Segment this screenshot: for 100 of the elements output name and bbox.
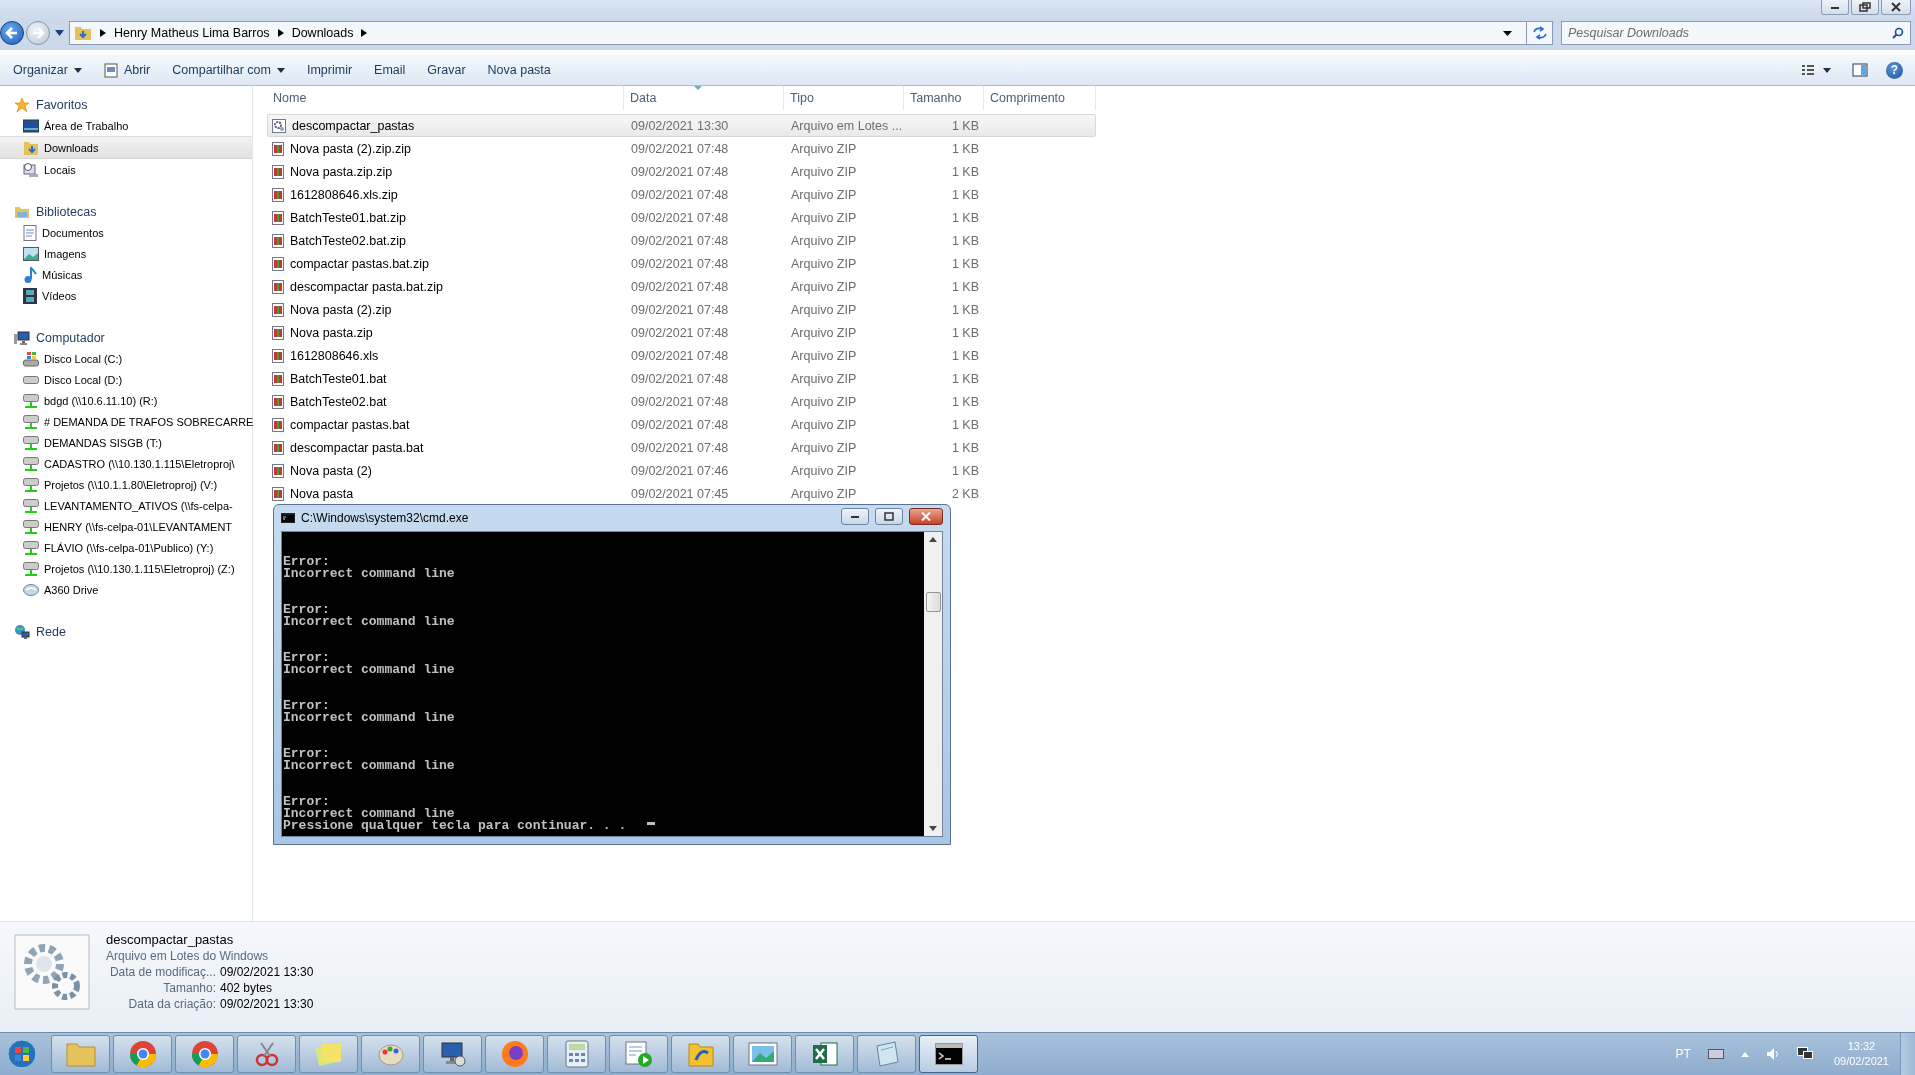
- sidebar-item[interactable]: FLÁVIO (\\fs-celpa-01\Publico) (Y:): [0, 537, 252, 558]
- column-header[interactable]: Comprimento: [984, 86, 1096, 110]
- file-row[interactable]: 1612808646.xls 09/02/2021 07:48 Arquivo ZIP 1 KB: [267, 344, 1096, 367]
- toolbar-button[interactable]: Imprimir: [299, 59, 360, 81]
- sidebar-item[interactable]: # DEMANDA DE TRAFOS SOBRECARRE: [0, 411, 252, 432]
- maximize-button[interactable]: [875, 507, 903, 525]
- file-row[interactable]: BatchTeste01.bat 09/02/2021 07:48 Arquivo ZIP 1 KB: [267, 367, 1096, 390]
- close-button[interactable]: [909, 507, 943, 525]
- sidebar-item[interactable]: Disco Local (D:): [0, 369, 252, 390]
- breadcrumb[interactable]: Henry Matheus Lima Barros: [114, 26, 270, 40]
- sidebar-item[interactable]: Locais: [0, 159, 252, 180]
- network-status-icon[interactable]: [1796, 1047, 1813, 1061]
- sidebar-item[interactable]: Documentos: [0, 222, 252, 243]
- toolbar-button[interactable]: Nova pasta: [480, 59, 558, 81]
- details-label: Data da criação:: [127, 997, 216, 1011]
- sidebar-group[interactable]: Computador: [0, 327, 252, 348]
- help-button[interactable]: ?: [1886, 61, 1903, 79]
- sidebar-item[interactable]: DEMANDAS SISGB (T:): [0, 432, 252, 453]
- network-drive-icon: [23, 414, 39, 429]
- computer-icon: [14, 329, 30, 346]
- sidebar-item[interactable]: Projetos (\\10.1.1.80\Eletroproj) (V:): [0, 474, 252, 495]
- file-name: BatchTeste01.bat.zip: [290, 210, 407, 225]
- minimize-button[interactable]: [841, 507, 869, 525]
- sidebar-group[interactable]: Rede: [0, 621, 252, 642]
- file-date: 09/02/2021 07:48: [630, 279, 730, 294]
- file-row[interactable]: Nova pasta.zip.zip 09/02/2021 07:48 Arquivo ZIP 1 KB: [267, 160, 1096, 183]
- file-row[interactable]: descompactar pasta.bat.zip 09/02/2021 07:48 Arquivo ZIP 1 KB: [267, 275, 1096, 298]
- chevron-icon[interactable]: [277, 29, 284, 37]
- file-name: Nova pasta.zip.zip: [290, 164, 393, 179]
- file-size: 1 KB: [950, 256, 980, 271]
- sidebar-item[interactable]: LEVANTAMENTO_ATIVOS (\\fs-celpa-: [0, 495, 252, 516]
- sidebar-item[interactable]: Músicas: [0, 264, 252, 285]
- file-row[interactable]: Nova pasta 09/02/2021 07:45 Arquivo ZIP 2 KB: [267, 482, 1096, 505]
- sidebar-item[interactable]: CADASTRO (\\10.130.1.115\Eletroproj\: [0, 453, 252, 474]
- caret-icon[interactable]: [55, 30, 64, 36]
- column-header[interactable]: Tipo: [784, 86, 904, 110]
- sidebar-item[interactable]: Disco Local (C:): [0, 348, 252, 369]
- file-row[interactable]: compactar pastas.bat.zip 09/02/2021 07:48 Arquivo ZIP 1 KB: [267, 252, 1096, 275]
- file-row[interactable]: descompactar_pastas 09/02/2021 13:30 Arquivo em Lotes ... 1 KB: [267, 114, 1096, 137]
- file-row[interactable]: BatchTeste02.bat 09/02/2021 07:48 Arquivo ZIP 1 KB: [267, 390, 1096, 413]
- recent-places-icon: [23, 161, 39, 178]
- search-field[interactable]: Pesquisar Downloads: [1561, 21, 1911, 45]
- file-name: compactar pastas.bat.zip: [290, 256, 429, 271]
- file-size: 1 KB: [950, 417, 980, 432]
- sidebar-item[interactable]: Projetos (\\10.130.1.115\Eletroproj) (Z:): [0, 558, 252, 579]
- taskbar-button[interactable]: [795, 1035, 854, 1073]
- file-row[interactable]: compactar pastas.bat 09/02/2021 07:48 Arquivo ZIP 1 KB: [267, 413, 1096, 436]
- address-bar[interactable]: Henry Matheus Lima Barros Downloads: [69, 21, 1553, 45]
- file-row[interactable]: Nova pasta (2).zip 09/02/2021 07:48 Arquivo ZIP 1 KB: [267, 298, 1096, 321]
- calculator-icon: [564, 1040, 589, 1068]
- file-size: 1 KB: [950, 210, 980, 225]
- sidebar-item[interactable]: Vídeos: [0, 285, 252, 306]
- close-button[interactable]: [1881, 0, 1911, 15]
- scrollbar[interactable]: [924, 532, 942, 836]
- sidebar-item[interactable]: bdgd (\\10.6.11.10) (R:): [0, 390, 252, 411]
- breadcrumb[interactable]: Downloads: [291, 26, 354, 40]
- taskbar-button[interactable]: [423, 1035, 482, 1073]
- sidebar-item[interactable]: Área de Trabalho: [0, 115, 252, 136]
- dropdown-caret-icon[interactable]: [1503, 30, 1512, 36]
- restore-button[interactable]: [1851, 0, 1879, 15]
- sidebar-item[interactable]: Downloads: [0, 136, 252, 159]
- file-row[interactable]: BatchTeste01.bat.zip 09/02/2021 07:48 Arquivo ZIP 1 KB: [267, 206, 1096, 229]
- column-header[interactable]: Data: [624, 86, 784, 110]
- file-name: descompactar_pastas: [292, 118, 415, 133]
- file-row[interactable]: Nova pasta.zip 09/02/2021 07:48 Arquivo ZIP 1 KB: [267, 321, 1096, 344]
- archive-file-icon: [272, 463, 284, 478]
- scrollbar-thumb[interactable]: [925, 592, 941, 612]
- minimize-button[interactable]: [1821, 0, 1849, 15]
- sidebar-item[interactable]: HENRY (\\fs-celpa-01\LEVANTAMENT: [0, 516, 252, 537]
- network-icon: [14, 623, 30, 640]
- file-row[interactable]: Nova pasta (2) 09/02/2021 07:46 Arquivo ZIP 1 KB: [267, 459, 1096, 482]
- back-button[interactable]: [0, 21, 24, 45]
- file-row[interactable]: 1612808646.xls.zip 09/02/2021 07:48 Arquivo ZIP 1 KB: [267, 183, 1096, 206]
- toolbar-button[interactable]: Compartilhar com: [165, 59, 292, 81]
- toolbar-button[interactable]: Organizar: [6, 59, 89, 81]
- archive-file-icon: [272, 141, 284, 156]
- chevron-icon[interactable]: [100, 29, 106, 37]
- film-icon: [23, 287, 37, 304]
- sidebar-item[interactable]: Imagens: [0, 243, 252, 264]
- file-type: Arquivo ZIP: [790, 141, 858, 156]
- file-row[interactable]: BatchTeste02.bat.zip 09/02/2021 07:48 Arquivo ZIP 1 KB: [267, 229, 1096, 252]
- toolbar-button[interactable]: Email: [367, 59, 413, 81]
- sidebar-item[interactable]: A360 Drive: [0, 579, 252, 600]
- network-drive-icon: [23, 435, 39, 450]
- column-header[interactable]: Tamanho: [904, 86, 984, 110]
- sidebar-group[interactable]: Bibliotecas: [0, 201, 252, 222]
- keyboard-icon[interactable]: [1707, 1049, 1724, 1059]
- file-name: BatchTeste01.bat: [290, 371, 387, 386]
- file-row[interactable]: descompactar pasta.bat 09/02/2021 07:48 Arquivo ZIP 1 KB: [267, 436, 1096, 459]
- chevron-icon[interactable]: [361, 29, 368, 37]
- file-row[interactable]: Nova pasta (2).zip.zip 09/02/2021 07:48 Arquivo ZIP 1 KB: [267, 137, 1096, 160]
- scroll-up-icon[interactable]: [929, 537, 937, 542]
- file-date: 09/02/2021 07:48: [630, 417, 730, 432]
- file-size: 1 KB: [950, 325, 980, 340]
- toolbar-button[interactable]: Gravar: [420, 59, 473, 81]
- column-header[interactable]: Nome: [267, 86, 624, 110]
- toolbar-button[interactable]: Abrir: [96, 58, 158, 82]
- scroll-down-icon[interactable]: [929, 826, 937, 831]
- taskbar-button[interactable]: [919, 1035, 978, 1073]
- sidebar-group[interactable]: Favoritos: [0, 94, 252, 115]
